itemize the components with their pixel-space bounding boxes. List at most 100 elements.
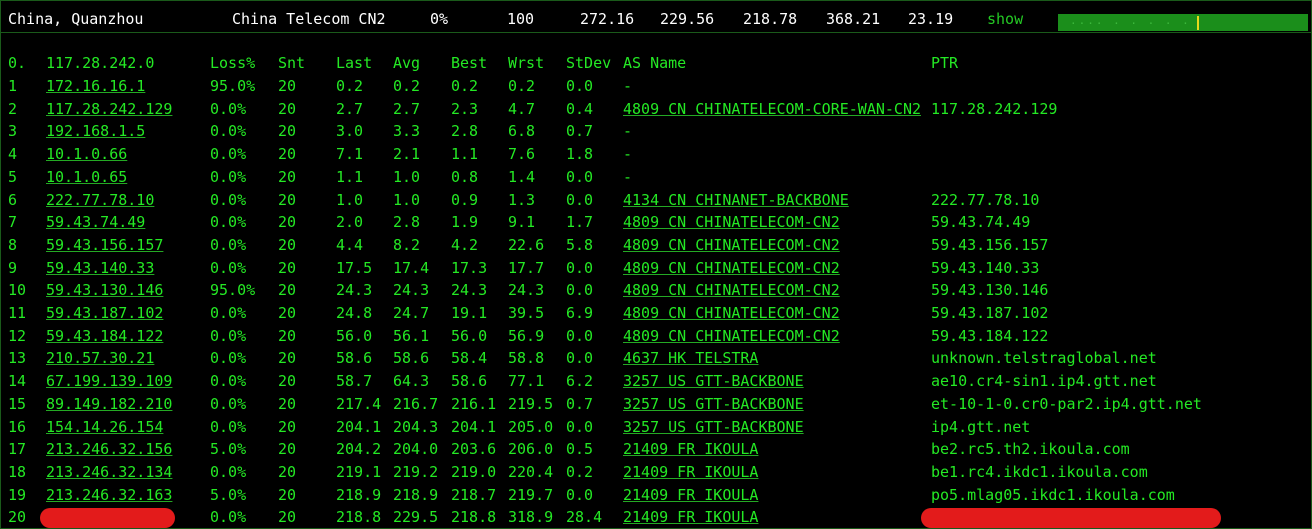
best-value: 17.3 bbox=[451, 258, 488, 277]
host-link[interactable]: 59.43.74.49 bbox=[46, 213, 145, 231]
asname-link[interactable]: 4809 CN CHINATELECOM-CN2 bbox=[623, 304, 840, 322]
asname-link[interactable]: 21409 FR IKOULA bbox=[623, 440, 758, 458]
best-value: 24.3 bbox=[451, 281, 488, 300]
asname-link: - bbox=[623, 77, 633, 95]
host-link[interactable]: 59.43.130.146 bbox=[46, 281, 163, 299]
loss-value: 0.0% bbox=[210, 235, 247, 254]
best-value: 4.2 bbox=[451, 235, 479, 254]
show-link[interactable]: show bbox=[987, 10, 1023, 28]
table-row: 5 10.1.0.65 0.0% 20 1.1 1.0 0.8 1.4 0.0 - bbox=[0, 168, 1312, 188]
sent-value: 20 bbox=[278, 145, 297, 164]
host-link[interactable]: 213.246.32.156 bbox=[46, 440, 172, 458]
host-link[interactable]: 222.77.78.10 bbox=[46, 191, 154, 209]
table-row: 14 67.199.139.109 0.0% 20 58.7 64.3 58.6 77.1 6.… bbox=[0, 372, 1312, 392]
asname-link[interactable]: 4809 CN CHINATELECOM-CN2 bbox=[623, 259, 840, 277]
asname-link[interactable]: 3257 US GTT-BACKBONE bbox=[623, 372, 804, 390]
avg-value: 2.1 bbox=[393, 145, 421, 164]
summary-header: China, Quanzhou China Telecom CN2 0% 100… bbox=[0, 0, 1312, 33]
avg-value: 2.8 bbox=[393, 213, 421, 232]
asname-link: - bbox=[623, 145, 633, 164]
last-value: 2.7 bbox=[336, 99, 364, 118]
worst-value: 1.4 bbox=[508, 167, 536, 186]
table-row: 9 59.43.140.33 0.0% 20 17.5 17.4 17.3 17.7 0.0 48… bbox=[0, 259, 1312, 279]
summary-worst: 368.21 bbox=[826, 10, 881, 28]
summary-stdev: 23.19 bbox=[908, 10, 954, 28]
best-value: 218.8 bbox=[451, 508, 497, 527]
hop-number: 6 bbox=[8, 190, 18, 209]
avg-value: 229.5 bbox=[393, 508, 439, 527]
last-value: 1.0 bbox=[336, 190, 364, 209]
host-link[interactable]: 59.43.187.102 bbox=[46, 304, 163, 322]
host-link[interactable]: 213.246.32.163 bbox=[46, 486, 172, 504]
asname-link[interactable]: 3257 US GTT-BACKBONE bbox=[623, 395, 804, 413]
avg-value: 24.3 bbox=[393, 281, 430, 300]
host-link[interactable]: 192.168.1.5 bbox=[46, 122, 145, 140]
sent-value: 20 bbox=[278, 326, 297, 345]
worst-value: 219.7 bbox=[508, 485, 554, 504]
ptr-value: be2.rc5.th2.ikoula.com bbox=[931, 440, 1130, 459]
host-link[interactable]: 213.246.32.134 bbox=[46, 463, 172, 481]
host-link[interactable]: 89.149.182.210 bbox=[46, 395, 172, 413]
host-link[interactable]: 59.43.184.122 bbox=[46, 327, 163, 345]
host-link[interactable]: 154.14.26.154 bbox=[46, 418, 163, 436]
summary-best: 218.78 bbox=[743, 10, 798, 28]
stdev-value: 6.9 bbox=[566, 304, 594, 322]
last-value: 7.1 bbox=[336, 145, 364, 164]
avg-value: 3.3 bbox=[393, 122, 421, 141]
asname-link: - bbox=[623, 167, 633, 186]
hop-number: 1 bbox=[8, 77, 18, 95]
ptr-value: 117.28.242.129 bbox=[931, 99, 1058, 118]
sent-value: 20 bbox=[278, 417, 297, 436]
asname-link[interactable]: 4134 CN CHINANET-BACKBONE bbox=[623, 191, 849, 209]
asname-link[interactable]: 3257 US GTT-BACKBONE bbox=[623, 418, 804, 436]
asname-link[interactable]: 4809 CN CHINATELECOM-CN2 bbox=[623, 236, 840, 254]
avg-value: 219.2 bbox=[393, 462, 439, 481]
host-link[interactable]: 172.16.16.1 bbox=[46, 77, 145, 95]
hop-number: 13 bbox=[8, 349, 27, 368]
stdev-value: 0.0 bbox=[566, 167, 594, 186]
best-value: 2.8 bbox=[451, 122, 479, 141]
asname-link[interactable]: 4809 CN CHINATELECOM-CORE-WAN-CN2 bbox=[623, 100, 921, 118]
host-link[interactable]: 10.1.0.66 bbox=[46, 145, 127, 163]
hop-number: 16 bbox=[8, 417, 27, 436]
asname-link[interactable]: 4809 CN CHINATELECOM-CN2 bbox=[623, 281, 840, 299]
host-link[interactable]: 10.1.0.65 bbox=[46, 168, 127, 186]
summary-loss: 0% bbox=[430, 10, 449, 28]
avg-value: 204.3 bbox=[393, 417, 439, 436]
hop-number: 9 bbox=[8, 258, 18, 277]
asname-link[interactable]: 21409 FR IKOULA bbox=[623, 463, 758, 481]
worst-value: 220.4 bbox=[508, 462, 554, 481]
loss-value: 0.0% bbox=[210, 258, 247, 277]
host-link[interactable]: 117.28.242.129 bbox=[46, 100, 172, 118]
asname-link[interactable]: 21409 FR IKOULA bbox=[623, 486, 758, 504]
stdev-value: 0.0 bbox=[566, 258, 594, 277]
asname-link[interactable]: 21409 FR IKOULA bbox=[623, 508, 758, 526]
host-link[interactable]: 210.57.30.21 bbox=[46, 349, 154, 367]
last-value: 218.9 bbox=[336, 485, 382, 504]
col-loss: Loss% bbox=[210, 54, 256, 72]
asname-link[interactable]: 4637 HK TELSTRA bbox=[623, 349, 758, 367]
sent-value: 20 bbox=[278, 304, 297, 322]
asname-link[interactable]: 4809 CN CHINATELECOM-CN2 bbox=[623, 327, 840, 345]
host-link[interactable]: 59.43.140.33 bbox=[46, 259, 154, 277]
redacted-ip bbox=[40, 508, 175, 529]
ptr-value: 222.77.78.10 bbox=[931, 190, 1040, 209]
host-link[interactable]: 59.43.156.157 bbox=[46, 236, 163, 254]
host-link[interactable]: 67.199.139.109 bbox=[46, 372, 172, 390]
stdev-value: 1.8 bbox=[566, 145, 594, 164]
last-value: 56.0 bbox=[336, 326, 373, 345]
col-stdev: StDev bbox=[566, 54, 612, 72]
summary-sent: 100 bbox=[507, 10, 535, 28]
table-row: 16 154.14.26.154 0.0% 20 204.1 204.3 204.1 205.… bbox=[0, 418, 1312, 438]
stdev-value: 0.2 bbox=[566, 462, 594, 481]
loss-value: 95.0% bbox=[210, 77, 256, 95]
ptr-value: be1.rc4.ikdc1.ikoula.com bbox=[931, 462, 1148, 481]
avg-value: 218.9 bbox=[393, 485, 439, 504]
last-value: 24.8 bbox=[336, 304, 373, 322]
asname-link[interactable]: 4809 CN CHINATELECOM-CN2 bbox=[623, 213, 840, 231]
col-avg: Avg bbox=[393, 54, 421, 72]
table-row: 11 59.43.187.102 0.0% 20 24.8 24.7 19.1 39.5 6.9… bbox=[0, 304, 1312, 324]
stdev-value: 0.0 bbox=[566, 485, 594, 504]
sent-value: 20 bbox=[278, 508, 297, 527]
table-row: 2 117.28.242.129 0.0% 20 2.7 2.7 2.3 4.7 0.4 4809… bbox=[0, 100, 1312, 120]
